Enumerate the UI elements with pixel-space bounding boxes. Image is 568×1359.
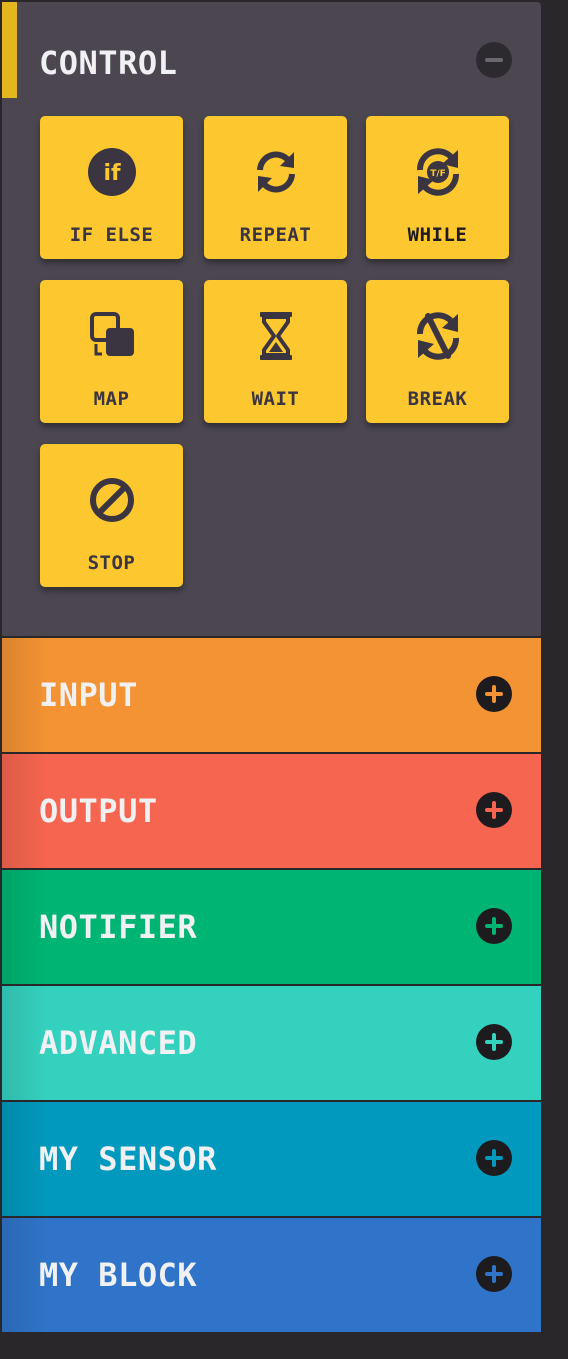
hourglass-icon [250,310,302,362]
block-label: WAIT [251,388,300,410]
block-if-else[interactable]: if IF ELSE [40,116,183,259]
block-wait[interactable]: WAIT [204,280,347,423]
break-icon [412,310,464,362]
expand-toggle-button[interactable] [476,1140,512,1176]
block-label: BREAK [407,388,468,410]
control-accent-bar [2,2,17,98]
category-title: NOTIFIER [39,908,198,946]
if-icon-text: if [103,161,121,186]
while-icon: T/F [412,146,464,198]
minus-icon [485,58,503,62]
expand-toggle-button[interactable] [476,1024,512,1060]
block-palette: CONTROL if IF ELSE REPEAT T/F WHILE MAP … [0,0,541,1332]
category-advanced[interactable]: ADVANCED [2,986,541,1100]
expand-toggle-button[interactable] [476,676,512,712]
block-repeat[interactable]: REPEAT [204,116,347,259]
block-stop[interactable]: STOP [40,444,183,587]
block-label: IF ELSE [69,224,154,246]
category-my-block[interactable]: MY BLOCK [2,1218,541,1332]
block-label: WHILE [407,224,468,246]
category-input[interactable]: INPUT [2,638,541,752]
expand-toggle-button[interactable] [476,908,512,944]
repeat-icon [250,146,302,198]
map-icon [86,310,138,362]
expand-toggle-button[interactable] [476,792,512,828]
stop-icon [86,474,138,526]
block-map[interactable]: MAP [40,280,183,423]
block-while[interactable]: T/F WHILE [366,116,509,259]
category-title: MY BLOCK [39,1256,198,1294]
if-else-icon: if [86,146,138,198]
block-label: REPEAT [239,224,312,246]
block-break[interactable]: BREAK [366,280,509,423]
category-output[interactable]: OUTPUT [2,754,541,868]
block-label: STOP [87,552,136,574]
category-title: ADVANCED [39,1024,198,1062]
expand-toggle-button[interactable] [476,1256,512,1292]
block-label: MAP [93,388,130,410]
category-notifier[interactable]: NOTIFIER [2,870,541,984]
collapse-toggle-button[interactable] [476,42,512,78]
control-section: CONTROL if IF ELSE REPEAT T/F WHILE MAP … [2,2,541,636]
tf-icon-text: T/F [430,169,446,179]
category-title: MY SENSOR [39,1140,217,1178]
category-title: INPUT [39,676,138,714]
category-title: OUTPUT [39,792,158,830]
category-my-sensor[interactable]: MY SENSOR [2,1102,541,1216]
control-title[interactable]: CONTROL [39,44,177,82]
